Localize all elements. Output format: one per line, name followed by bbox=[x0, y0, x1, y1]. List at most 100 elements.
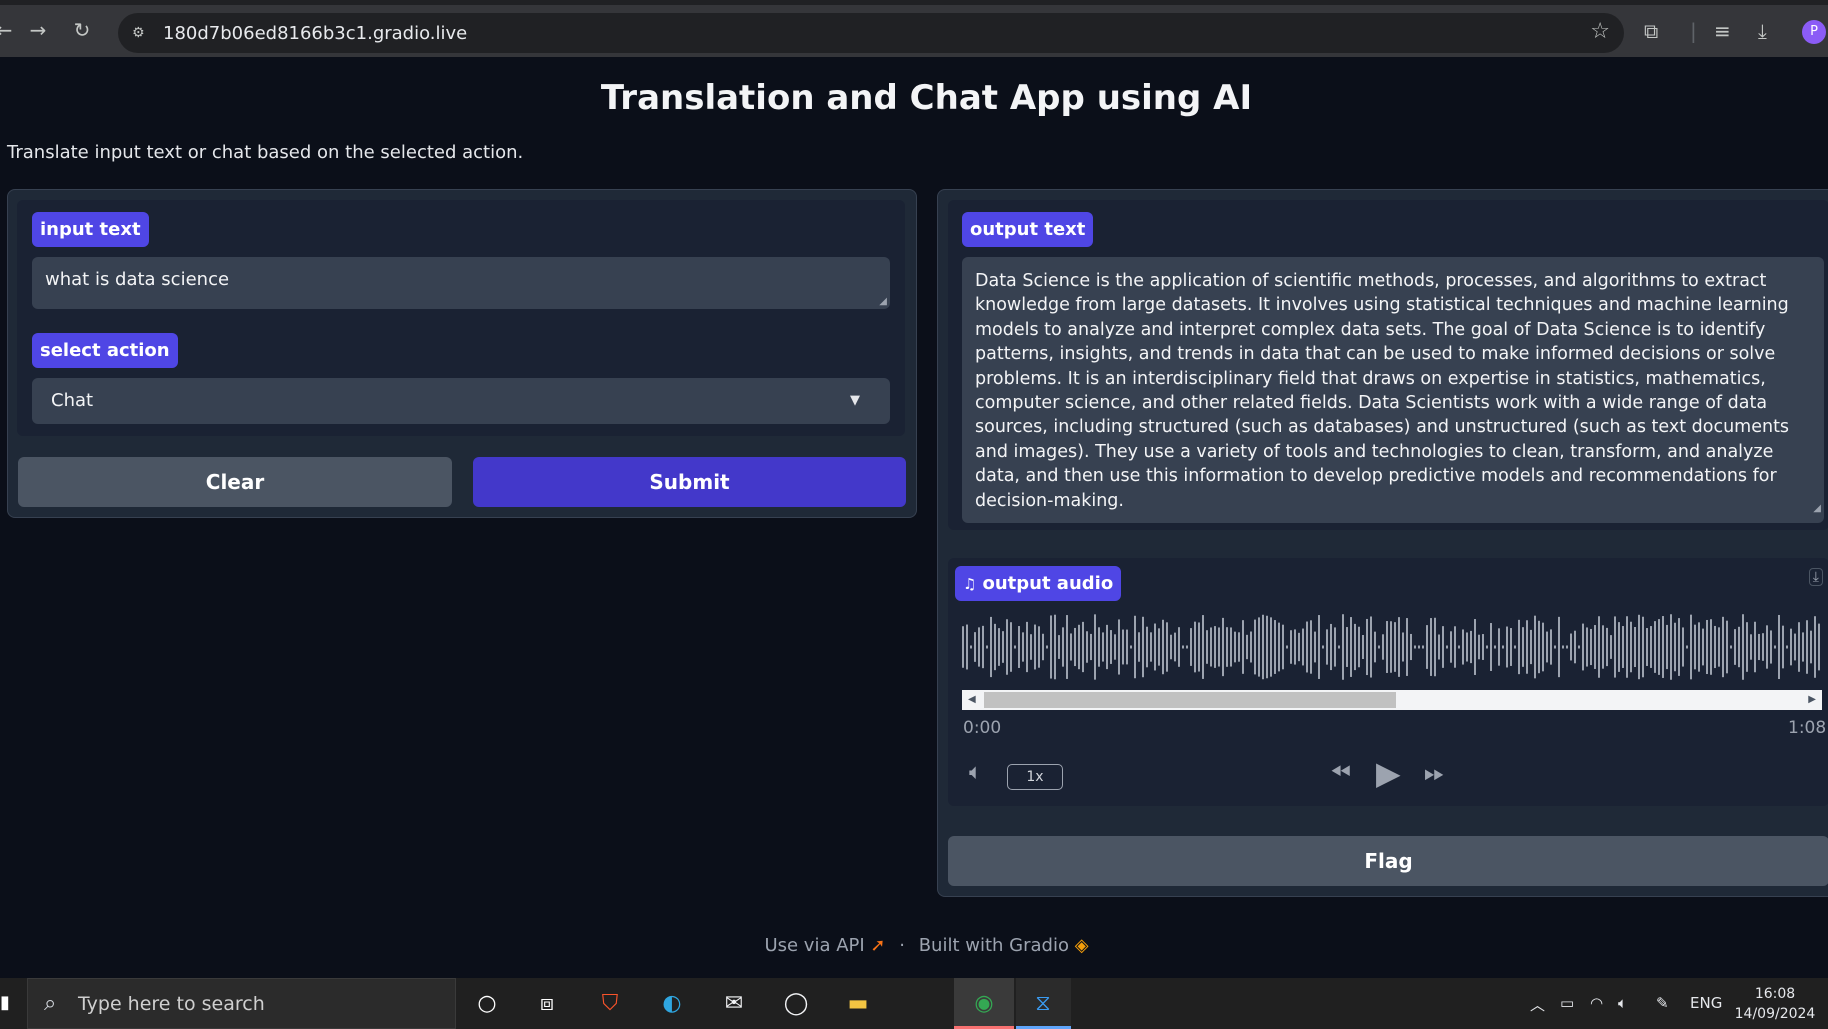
waveform-bar bbox=[1354, 623, 1356, 671]
system-clock[interactable]: 16:08 14/09/2024 bbox=[1730, 984, 1820, 1024]
download-icon[interactable]: ⤓ bbox=[1758, 19, 1767, 43]
waveform-bar bbox=[1006, 619, 1008, 675]
volume-icon[interactable]: 🔈︎ bbox=[969, 760, 982, 785]
waveform-bar bbox=[1750, 634, 1752, 660]
waveform-bar bbox=[1570, 633, 1572, 661]
clock-time: 16:08 bbox=[1754, 986, 1796, 1002]
playback-speed-button[interactable]: 1x bbox=[1007, 764, 1063, 790]
waveform-bar bbox=[1542, 622, 1544, 672]
resize-handle-icon[interactable]: ◢ bbox=[879, 296, 887, 307]
waveform-bar bbox=[1630, 621, 1632, 673]
waveform-bar bbox=[1226, 627, 1228, 667]
taskbar-search[interactable]: ⌕ Type here to search bbox=[27, 978, 456, 1029]
action-dropdown[interactable]: Chat ▼ bbox=[32, 378, 890, 424]
edge-browser-icon[interactable]: ◐ bbox=[655, 988, 689, 1020]
waveform-bar bbox=[1634, 626, 1636, 668]
use-via-api-link[interactable]: Use via API bbox=[764, 935, 864, 956]
gradio-logo-icon: ◈ bbox=[1074, 935, 1089, 956]
chrome-taskbar-button[interactable]: ◉ bbox=[954, 978, 1014, 1029]
waveform-bar bbox=[1170, 634, 1172, 660]
forward-icon[interactable]: → bbox=[26, 18, 50, 42]
waveform-bar bbox=[1322, 645, 1324, 649]
audio-duration: 1:08 bbox=[1788, 718, 1827, 738]
vscode-taskbar-button[interactable]: ⧖ bbox=[1016, 978, 1071, 1029]
waveform-bar bbox=[1286, 645, 1288, 649]
waveform-bar bbox=[1334, 627, 1336, 667]
back-icon[interactable]: ← bbox=[0, 18, 16, 42]
waveform-bar bbox=[1222, 617, 1224, 677]
scroll-right-icon[interactable]: ▶ bbox=[1808, 690, 1816, 710]
waveform-bar bbox=[1058, 635, 1060, 659]
waveform-bar bbox=[1122, 629, 1124, 665]
scrollbar-thumb[interactable] bbox=[984, 692, 1396, 708]
waveform-bar bbox=[1326, 629, 1328, 665]
reload-icon[interactable]: ↻ bbox=[70, 18, 94, 42]
cortana-icon[interactable]: ○ bbox=[470, 988, 504, 1020]
waveform-bar bbox=[1374, 631, 1376, 663]
waveform-bar bbox=[1762, 633, 1764, 661]
waveform-bar bbox=[1682, 627, 1684, 667]
waveform-bar bbox=[1418, 645, 1420, 649]
waveform-bar bbox=[1730, 645, 1732, 649]
waveform-bar bbox=[1414, 645, 1416, 649]
output-text-field[interactable]: Data Science is the application of scien… bbox=[962, 257, 1824, 523]
waveform-scrollbar[interactable]: ◀ ▶ bbox=[962, 690, 1822, 710]
waveform-bar bbox=[1642, 616, 1644, 678]
battery-icon[interactable]: ▭ bbox=[1560, 994, 1574, 1012]
show-hidden-icons-icon[interactable]: ︿ bbox=[1530, 994, 1545, 1015]
page-description: Translate input text or chat based on th… bbox=[7, 142, 524, 163]
audio-waveform[interactable] bbox=[962, 612, 1822, 682]
input-text-field[interactable]: what is data science ◢ bbox=[32, 257, 890, 309]
bookmark-star-icon[interactable]: ☆ bbox=[1590, 19, 1610, 44]
profile-avatar[interactable]: P bbox=[1802, 20, 1826, 44]
waveform-bar bbox=[1030, 634, 1032, 660]
file-explorer-icon[interactable]: ▬ bbox=[841, 988, 875, 1020]
wifi-icon[interactable]: ◠ bbox=[1590, 994, 1603, 1012]
audio-download-icon[interactable]: ⤓ bbox=[1808, 568, 1823, 586]
waveform-bar bbox=[962, 626, 964, 668]
language-indicator[interactable]: ENG bbox=[1690, 994, 1722, 1012]
brave-browser-icon[interactable]: ⛉ bbox=[593, 988, 627, 1020]
scroll-left-icon[interactable]: ◀ bbox=[968, 690, 976, 710]
reading-list-icon[interactable]: ≡ bbox=[1714, 19, 1731, 43]
resize-handle-icon[interactable]: ◢ bbox=[1813, 497, 1821, 521]
whatsapp-icon[interactable]: ◯ bbox=[779, 988, 813, 1020]
waveform-bar bbox=[1458, 645, 1460, 649]
waveform-bar bbox=[1538, 620, 1540, 674]
waveform-bar bbox=[1190, 628, 1192, 666]
pen-icon[interactable]: ✎ bbox=[1656, 994, 1669, 1012]
waveform-bar bbox=[1410, 633, 1412, 661]
play-icon[interactable]: ▶ bbox=[1376, 754, 1401, 792]
url-text[interactable]: 180d7b06ed8166b3c1.gradio.live bbox=[163, 23, 467, 44]
site-info-icon[interactable]: ⚙ bbox=[132, 23, 152, 43]
waveform-bar bbox=[1158, 628, 1160, 666]
waveform-bar bbox=[1486, 645, 1488, 649]
submit-button[interactable]: Submit bbox=[473, 457, 906, 507]
chevron-down-icon: ▼ bbox=[850, 393, 860, 408]
task-view-icon[interactable]: ⧈ bbox=[530, 988, 564, 1020]
rewind-icon[interactable]: ⏪︎ bbox=[1330, 758, 1351, 789]
fast-forward-icon[interactable]: ⏩︎ bbox=[1424, 758, 1445, 789]
waveform-bar bbox=[1742, 614, 1744, 680]
waveform-bar bbox=[1254, 619, 1256, 675]
built-with-gradio-link[interactable]: Built with Gradio bbox=[919, 935, 1069, 956]
address-bar[interactable]: ⚙ 180d7b06ed8166b3c1.gradio.live ☆ bbox=[118, 13, 1624, 53]
waveform-bar bbox=[1614, 616, 1616, 678]
waveform-bar bbox=[1098, 627, 1100, 667]
waveform-bar bbox=[1174, 632, 1176, 662]
waveform-bar bbox=[1130, 645, 1132, 649]
mail-icon[interactable]: ✉ bbox=[717, 988, 751, 1020]
windows-start-icon[interactable]: ▮ bbox=[0, 992, 10, 1013]
clear-button[interactable]: Clear bbox=[18, 457, 452, 507]
waveform-bar bbox=[1390, 621, 1392, 673]
rocket-icon: ➚ bbox=[870, 935, 892, 956]
extensions-icon[interactable]: ⧉ bbox=[1644, 19, 1658, 43]
waveform-bar bbox=[1770, 630, 1772, 664]
waveform-bar bbox=[1078, 624, 1080, 670]
flag-button[interactable]: Flag bbox=[948, 836, 1828, 886]
waveform-bar bbox=[1670, 614, 1672, 680]
waveform-bar bbox=[1150, 632, 1152, 662]
speaker-icon[interactable]: 🔈︎ bbox=[1618, 994, 1627, 1012]
waveform-bar bbox=[1530, 629, 1532, 665]
waveform-bar bbox=[1358, 626, 1360, 668]
